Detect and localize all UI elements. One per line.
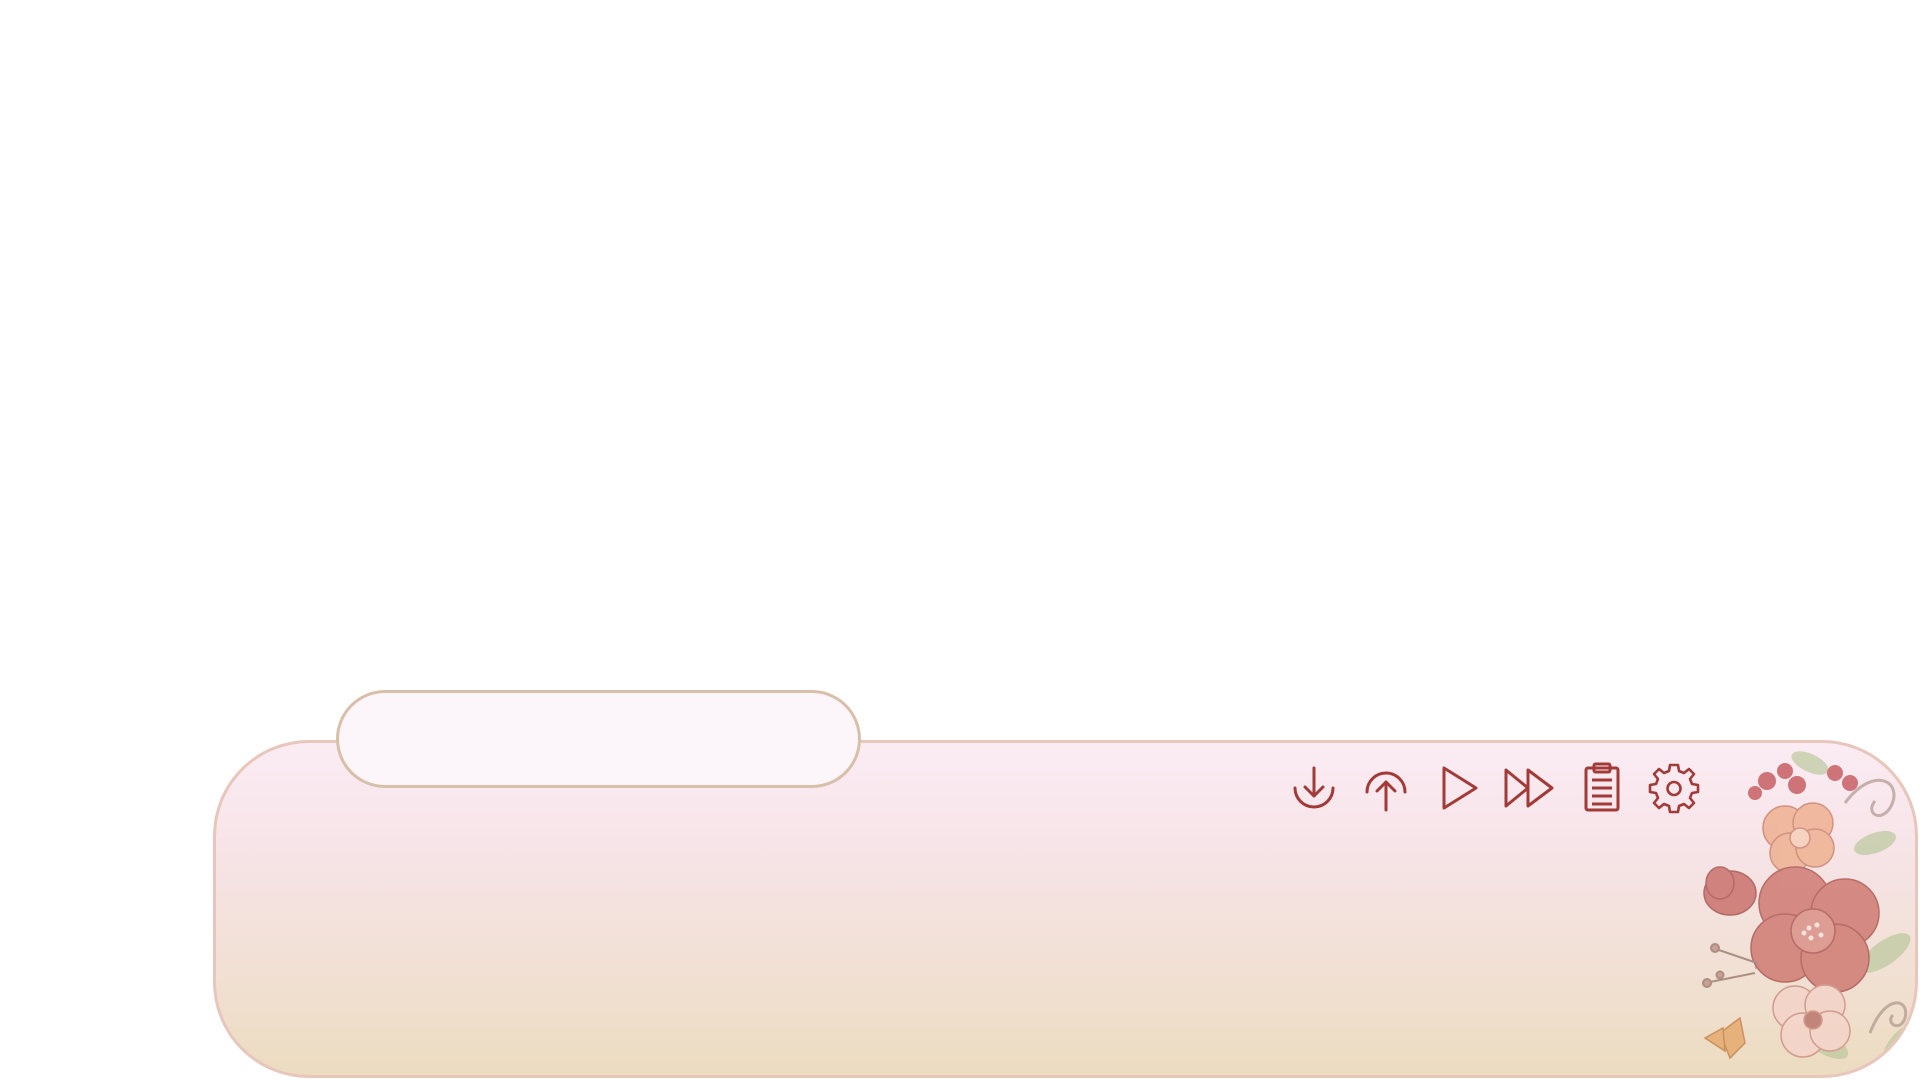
dialogue-box[interactable] bbox=[213, 740, 1918, 1078]
game-screen bbox=[0, 0, 1920, 1080]
quick-menu bbox=[1286, 755, 1718, 821]
speaker-namebox bbox=[336, 690, 861, 788]
floral-decoration bbox=[1702, 751, 1915, 1063]
history-button[interactable] bbox=[1574, 760, 1630, 816]
load-button[interactable] bbox=[1286, 760, 1342, 816]
download-icon bbox=[1293, 766, 1335, 809]
settings-button[interactable] bbox=[1646, 760, 1702, 816]
dialogue-text bbox=[296, 853, 1596, 1043]
play-icon bbox=[1442, 766, 1478, 810]
skip-button[interactable] bbox=[1502, 760, 1558, 816]
fast-forward-icon bbox=[1504, 768, 1554, 808]
save-button[interactable] bbox=[1358, 760, 1414, 816]
clipboard-icon bbox=[1584, 762, 1620, 812]
upload-icon bbox=[1365, 771, 1407, 812]
gear-icon bbox=[1648, 763, 1700, 814]
auto-button[interactable] bbox=[1430, 760, 1486, 816]
